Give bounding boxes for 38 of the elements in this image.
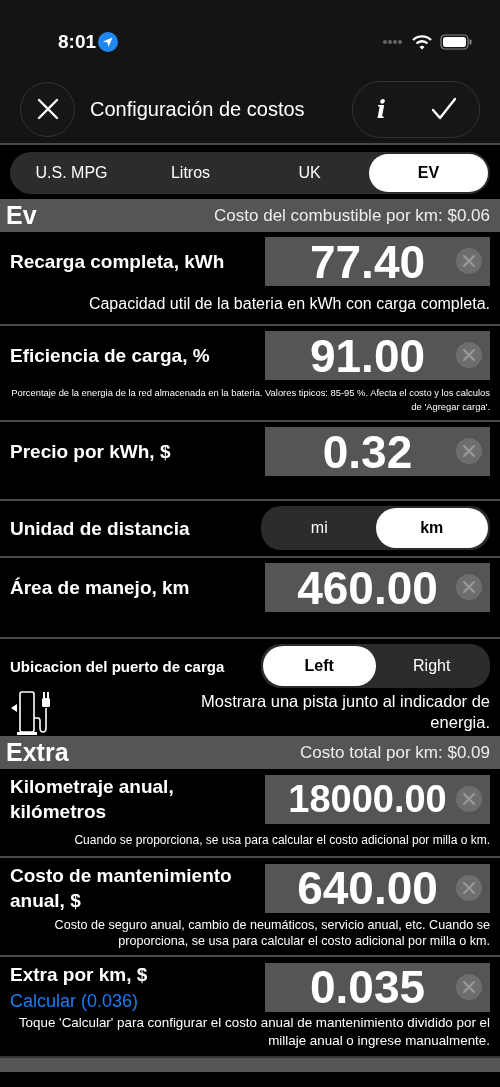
help-text: Costo de seguro anual, cambio de neumáticos, servicio anual, etc. Cuando se proporciona, se usa para calcular el costo adicional por milla o km. [53, 917, 490, 949]
help-text: Toque 'Calcular' para configurar el costo anual de mantenimiento dividido por el millaje anual o ingrese manualmente. [17, 1014, 490, 1050]
section-title: Ev [6, 201, 37, 230]
info-button[interactable]: i [370, 94, 392, 124]
number-field[interactable]: 77.40 [265, 237, 490, 286]
segment-option[interactable]: EV [369, 154, 488, 192]
section-title: Extra [6, 738, 69, 767]
section-summary: Costo del combustible por km: $0.06 [214, 205, 490, 226]
help-text: Porcentaje de la energia de la red almacenada en la bateria. Valores tipicos: 85-95 %. Afecta el costo y los calculos de 'Agregar carga'. [10, 386, 490, 414]
segment-option[interactable]: mi [263, 508, 376, 548]
segment-option[interactable]: U.S. MPG [12, 154, 131, 192]
segment-option[interactable]: UK [250, 154, 369, 192]
help-text: Mostrara una pista junto al indicador de energia. [200, 691, 490, 733]
segment-option[interactable]: Litros [131, 154, 250, 192]
row-label: Área de manejo, km [10, 576, 191, 600]
row-label: Unidad de distancia [10, 516, 191, 541]
segment-option[interactable]: Right [375, 646, 488, 686]
help-text: Capacidad util de la bateria en kWh con carga completa. [87, 294, 490, 314]
help-text: Cuando se proporciona, se usa para calcular el costo adicional por milla o km. [73, 832, 490, 849]
row-label: Eficiencia de carga, % [10, 344, 211, 368]
section-summary: Costo total por km: $0.09 [300, 742, 490, 763]
status-time: 8:01 [58, 30, 97, 53]
row-label: Extra por km, $ [10, 963, 149, 987]
number-field[interactable]: 0.32 [265, 427, 490, 476]
screen-title: Configuración de costos [90, 97, 306, 121]
row-label: Recarga completa, kWh [10, 250, 226, 274]
number-field[interactable]: 18000.00 [265, 774, 490, 824]
number-field[interactable]: 0.035 [265, 962, 490, 1012]
row-label: Precio por kWh, $ [10, 440, 172, 464]
segment-option[interactable]: Left [263, 646, 376, 686]
row-label: Costo de mantenimiento anual, $ [10, 864, 233, 913]
number-field[interactable]: 640.00 [265, 863, 490, 913]
row-label: Kilometraje anual, kilómetros [10, 775, 175, 824]
calculate-link[interactable]: Calcular (0.036) [10, 991, 260, 1012]
segment-option[interactable]: km [375, 508, 488, 548]
row-label: Ubicacion del puerto de carga [10, 656, 226, 677]
number-field[interactable]: 460.00 [265, 563, 490, 612]
number-field[interactable]: 91.00 [265, 331, 490, 380]
